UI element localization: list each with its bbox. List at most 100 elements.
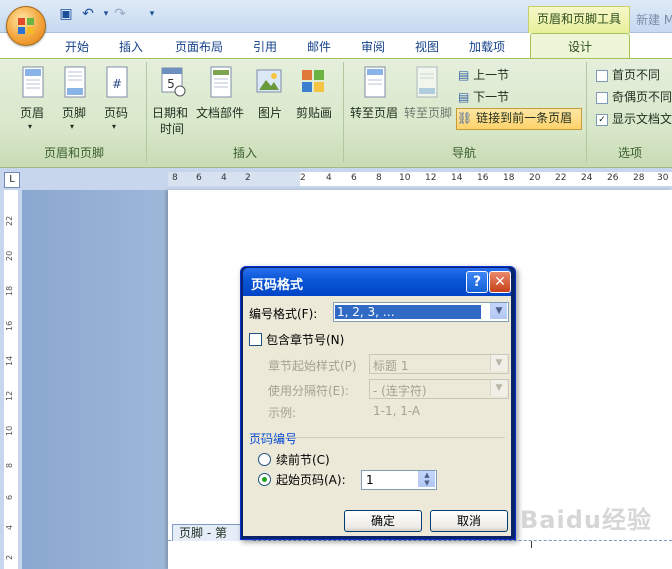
ruler-tick: 16 xyxy=(5,320,14,331)
example-label: 示例: xyxy=(268,406,297,420)
chevron-down-icon: ▼ xyxy=(490,380,507,396)
quick-parts-button[interactable]: 文档部件 xyxy=(196,104,244,121)
ruler-tick: 6 xyxy=(5,494,14,500)
include-chapter-checkbox[interactable] xyxy=(249,333,262,346)
office-logo-icon xyxy=(18,18,34,34)
ruler-tick: 18 xyxy=(503,173,515,183)
customize-toolbar-icon[interactable]: ▾ xyxy=(144,6,160,22)
ruler-tick: 10 xyxy=(5,425,14,436)
help-button[interactable]: ? xyxy=(466,271,488,293)
office-button[interactable] xyxy=(6,6,46,46)
number-format-value: 1, 2, 3, … xyxy=(335,305,481,319)
group-divider xyxy=(146,62,147,162)
ruler-tick: 14 xyxy=(5,355,14,366)
link-icon: ⛓ xyxy=(457,111,477,125)
link-to-previous-label: 链接到前一条页眉 xyxy=(476,111,573,125)
ruler-tick: 10 xyxy=(399,173,411,183)
footer-button[interactable]: 页脚 xyxy=(62,104,86,121)
prev-section-button[interactable]: ▤ 上一节 xyxy=(458,66,509,84)
start-at-label: 起始页码(A): xyxy=(276,473,346,487)
group-label-navigation: 导航 xyxy=(451,146,476,160)
different-first-page-label: 首页不同 xyxy=(612,68,661,82)
tab-add-ins[interactable]: 加载项 xyxy=(464,37,510,57)
page-number-button[interactable]: 页码 xyxy=(104,104,128,121)
vertical-ruler-strip xyxy=(4,190,18,569)
ruler-tick: 20 xyxy=(529,173,541,183)
header-button[interactable]: 页眉 xyxy=(20,104,44,121)
link-to-previous-button[interactable]: ⛓ 链接到前一条页眉 xyxy=(456,108,582,130)
ruler-tick: 28 xyxy=(633,173,645,183)
ruler-tick: 4 xyxy=(221,173,227,183)
group-label-options: 选项 xyxy=(617,146,642,160)
ruler-tick: 12 xyxy=(5,390,14,401)
footer-dropdown-icon[interactable]: ▾ xyxy=(70,122,74,131)
include-chapter-label: 包含章节号(N) xyxy=(266,333,345,347)
ruler-tick: 2 xyxy=(245,173,251,183)
quick-parts-icon xyxy=(210,66,232,98)
continue-radio[interactable] xyxy=(258,453,271,466)
ruler-tick: 22 xyxy=(5,215,14,226)
tab-selector-button[interactable]: L xyxy=(4,172,20,188)
clip-art-icon xyxy=(302,70,324,92)
tab-view[interactable]: 视图 xyxy=(410,37,444,57)
picture-icon xyxy=(256,69,282,93)
redo-icon[interactable]: ↷ xyxy=(112,6,128,22)
checkbox-checked-icon: ✓ xyxy=(596,113,608,126)
radio-selected-dot xyxy=(262,477,267,482)
ruler-tick: 2 xyxy=(300,173,306,183)
prev-section-icon: ▤ xyxy=(458,68,474,82)
next-section-button[interactable]: ▤ 下一节 xyxy=(458,88,509,106)
date-time-icon: 5 xyxy=(161,67,186,97)
spin-up-down-icon[interactable]: ▲ ▼ xyxy=(418,471,435,487)
goto-footer-icon xyxy=(416,66,438,98)
checkbox-box xyxy=(596,69,608,82)
goto-header-button[interactable]: 转至页眉 xyxy=(350,104,398,121)
cancel-button[interactable]: 取消 xyxy=(430,510,508,532)
ok-button[interactable]: 确定 xyxy=(344,510,422,532)
svg-text:5: 5 xyxy=(167,77,175,91)
show-doc-text-label: 显示文档文 xyxy=(612,112,672,126)
save-icon[interactable]: ▣ xyxy=(58,6,74,22)
different-first-page-checkbox[interactable]: 首页不同 xyxy=(596,66,660,84)
prev-section-label: 上一节 xyxy=(473,68,510,82)
ruler-tick: 18 xyxy=(5,285,14,296)
group-divider xyxy=(586,62,587,162)
clip-art-button[interactable]: 剪贴画 xyxy=(296,104,332,121)
different-odd-even-checkbox[interactable]: 奇偶页不同 xyxy=(596,88,672,106)
picture-button[interactable]: 图片 xyxy=(258,104,282,121)
header-dropdown-icon[interactable]: ▾ xyxy=(28,122,32,131)
chevron-down-icon[interactable]: ▼ xyxy=(490,303,507,319)
section-divider xyxy=(249,437,505,438)
ruler-tick: 8 xyxy=(5,462,14,468)
close-button[interactable]: ✕ xyxy=(489,271,511,293)
tab-home[interactable]: 开始 xyxy=(60,37,94,57)
footer-icon xyxy=(64,66,86,98)
tab-review[interactable]: 审阅 xyxy=(356,37,390,57)
tab-insert[interactable]: 插入 xyxy=(114,37,148,57)
ruler-tick: 16 xyxy=(477,173,489,183)
show-doc-text-checkbox[interactable]: ✓ 显示文档文 xyxy=(596,110,672,128)
ruler-tick: 4 xyxy=(5,524,14,530)
separator-label: 使用分隔符(E): xyxy=(268,384,349,398)
next-section-label: 下一节 xyxy=(473,90,510,104)
ruler-tick: 4 xyxy=(326,173,332,183)
tab-mailings[interactable]: 邮件 xyxy=(302,37,336,57)
goto-footer-button[interactable]: 转至页脚 xyxy=(404,104,452,121)
ruler-tick: 8 xyxy=(172,173,178,183)
example-value: 1-1, 1-A xyxy=(373,404,421,418)
page-number-icon: # xyxy=(106,66,128,98)
ruler-tick: 8 xyxy=(376,173,382,183)
ruler-tick: 22 xyxy=(555,173,567,183)
date-time-button[interactable]: 日期和 xyxy=(152,104,188,121)
ruler-margin xyxy=(168,172,300,186)
dialog-title: 页码格式 xyxy=(251,278,304,293)
page-number-dropdown-icon[interactable]: ▾ xyxy=(112,122,116,131)
header-icon xyxy=(22,66,44,98)
undo-icon[interactable]: ↶ xyxy=(80,6,96,22)
tab-design[interactable]: 设计 xyxy=(530,33,630,60)
ruler-tick: 6 xyxy=(196,173,202,183)
tab-references[interactable]: 引用 xyxy=(248,37,282,57)
tab-page-layout[interactable]: 页面布局 xyxy=(170,37,228,57)
number-format-label: 编号格式(F): xyxy=(249,307,318,321)
separator-value: - (连字符) xyxy=(373,384,427,398)
